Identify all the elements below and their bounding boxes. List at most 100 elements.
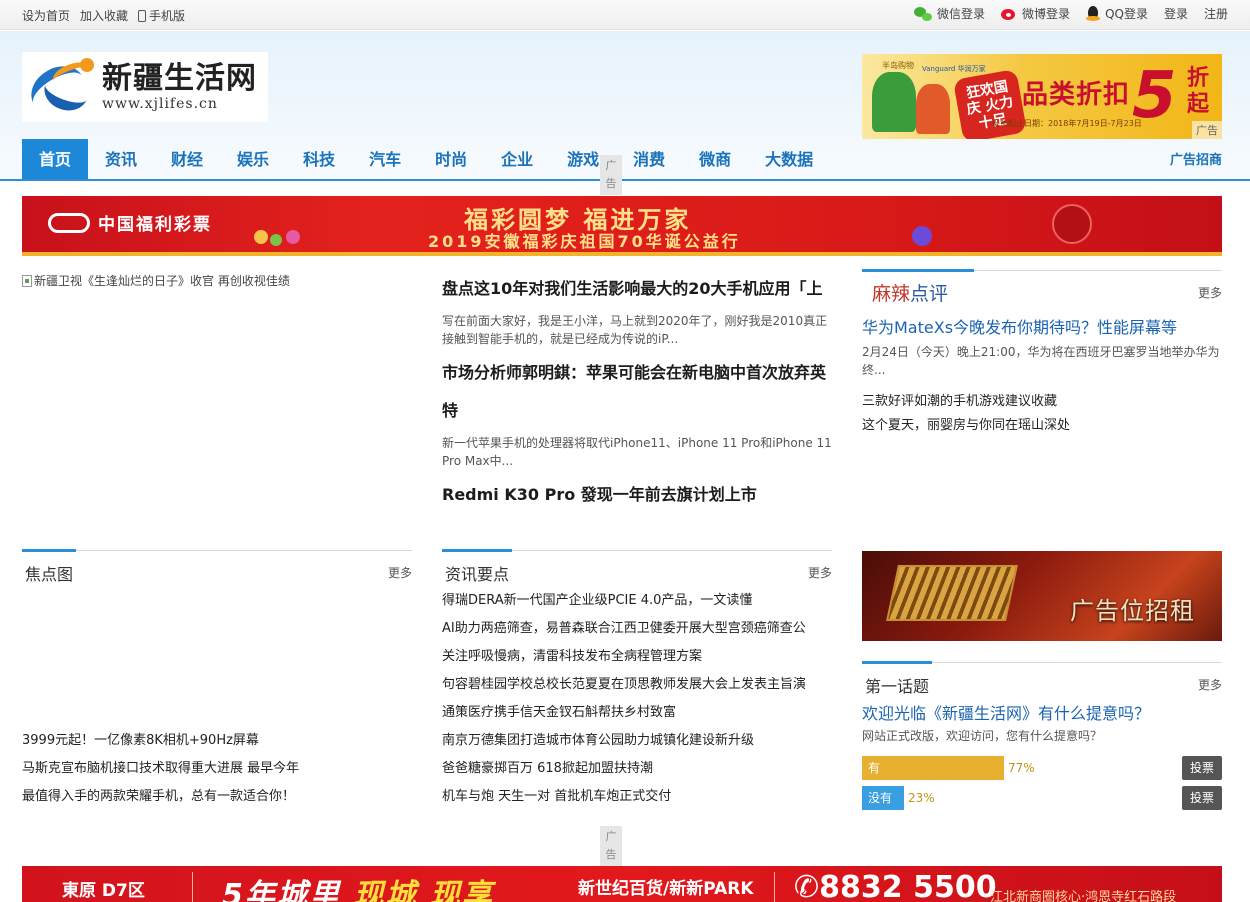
weibo-login-link[interactable]: 微博登录 [1001, 5, 1070, 22]
mobile-version-link[interactable]: 手机版 [138, 7, 185, 24]
ad-figure-icon [872, 72, 916, 132]
ad-date-text: 促销起止日期：2018年7月19日-7月23日 [992, 119, 1142, 128]
top-bar-right: 微信登录 微博登录 QQ登录 登录 注册 [914, 5, 1228, 22]
topic-more-link[interactable]: 更多 [1198, 676, 1222, 693]
list-item[interactable]: 机车与炮 天生一对 首批机车炮正式交付 [442, 783, 834, 811]
lottery-banner-ad[interactable]: 中国福利彩票 福彩圆梦 福进万家 2019安徽福彩庆祖国70华诞公益行 [22, 196, 1222, 256]
top-right-ad[interactable]: 半岛购物 Vanguard 华润万家 狂欢国庆 火力十足 品类折扣 5 折起 促… [862, 54, 1222, 139]
logo-title: 新疆生活网 [102, 61, 257, 96]
set-home-link[interactable]: 设为首页 [22, 7, 70, 24]
mala-desc: 2月24日（今天）晚上21:00，华为将在西班牙巴塞罗当地举办华为终... [862, 345, 1220, 377]
lottery-subline: 2019安徽福彩庆祖国70华诞公益行 [428, 232, 741, 251]
focus-image-alt: 新疆卫视《生逢灿烂的日子》收官 再创收视佳绩 [34, 274, 290, 288]
logo-url: www.xjlifes.cn [102, 96, 218, 112]
login-link[interactable]: 登录 [1164, 5, 1188, 22]
ad-brand-1: 半岛购物 [882, 61, 914, 70]
mobile-label: 手机版 [149, 9, 186, 23]
vote-button[interactable]: 投票 [1182, 786, 1222, 810]
mala-link[interactable]: 这个夏天，丽婴房与你同在瑶山深处 [862, 414, 1222, 438]
ad-figure-icon [916, 84, 950, 134]
news-section-header: 资讯要点 更多 [442, 549, 832, 592]
poll-option-no-bar: 没有 [862, 786, 904, 810]
nav-item-home[interactable]: 首页 [22, 139, 89, 180]
nav-divider [0, 179, 1250, 181]
topic-question-link[interactable]: 欢迎光临《新疆生活网》有什么提意吗？ [862, 700, 1222, 724]
nav-item-news[interactable]: 资讯 [88, 139, 154, 180]
bottom-ad-mall: 新世纪百货/新新PARK [578, 879, 754, 899]
list-item[interactable]: AI助力两癌筛查，易普森联合江西卫健委开展大型宫颈癌筛查公 [442, 615, 834, 643]
mala-review-header: 麻辣点评 更多 [862, 269, 1222, 312]
bottom-banner-ad[interactable]: 東原 D7区 5年城里 现城 现享 新世纪百货/新新PARK ✆8832 550… [22, 866, 1222, 902]
ad-rent-text: 广告位招租 [1070, 597, 1195, 625]
nav-item-wechat-business[interactable]: 微商 [682, 139, 748, 180]
phone-icon [138, 10, 147, 22]
article-title[interactable]: 市场分析师郭明錤：苹果可能会在新电脑中首次放弃英特 [442, 354, 834, 430]
bottom-ad-brand: 東原 D7区 [62, 881, 145, 901]
focus-list: 3999元起！一亿像素8K相机+90Hz屏幕 马斯克宣布脑机接口技术取得重大进展… [22, 727, 412, 811]
nav-item-business[interactable]: 企业 [484, 139, 550, 180]
list-item[interactable]: 最值得入手的两款荣耀手机，总有一款适合你！ [22, 783, 412, 811]
article-desc: 新一代苹果手机的处理器将取代iPhone11、iPhone 11 Pro和iPh… [442, 436, 832, 468]
nav-item-big-data[interactable]: 大数据 [748, 139, 830, 180]
bookmark-link[interactable]: 加入收藏 [80, 7, 128, 24]
vote-button[interactable]: 投票 [1182, 756, 1222, 780]
gift-icon [1052, 204, 1092, 244]
bottom-ad-slogan: 5年城里 现城 现享 [222, 878, 494, 902]
list-item[interactable]: 南京万德集团打造城市体育公园助力城镇化建设新升级 [442, 727, 834, 755]
lottery-logo-text: 中国福利彩票 [98, 215, 212, 235]
ad-vertical-label: 广告 [600, 155, 622, 195]
article-title[interactable]: 盘点这10年对我们生活影响最大的20大手机应用「上 [442, 270, 834, 308]
nav-item-tech[interactable]: 科技 [286, 139, 352, 180]
ad-brand-2: Vanguard 华润万家 [922, 65, 986, 73]
lottery-logo-icon [48, 212, 90, 233]
article-list: 盘点这10年对我们生活影响最大的20大手机应用「上 写在前面大家好，我是王小洋，… [442, 270, 834, 534]
topic-section-title: 第一话题 [865, 677, 930, 696]
banner-stripe [22, 252, 1222, 256]
topic-desc: 网站正式改版，欢迎访问，您有什么提意吗？ [862, 729, 1103, 743]
poll-option-no-percent: 23% [908, 791, 935, 805]
register-link[interactable]: 注册 [1204, 5, 1228, 22]
nav-item-entertainment[interactable]: 娱乐 [220, 139, 286, 180]
list-item[interactable]: 得瑞DERA新一代国产企业级PCIE 4.0产品，一文读懂 [442, 587, 834, 615]
mala-more-link[interactable]: 更多 [1198, 284, 1222, 301]
gold-bars-icon [886, 565, 1018, 621]
ball-icon [270, 234, 282, 246]
site-logo[interactable]: 新疆生活网 www.xjlifes.cn [22, 52, 268, 124]
nav-item-consumer[interactable]: 消费 [616, 139, 682, 180]
list-item[interactable]: 爸爸糖豪掷百万 618掀起加盟扶持潮 [442, 755, 834, 783]
topic-section-header: 第一话题 更多 [862, 661, 1222, 704]
phone-circle-icon: ✆ [794, 870, 820, 902]
main-nav: 首页 资讯 财经 娱乐 科技 汽车 时尚 企业 游戏 消费 微商 大数据 广告招… [22, 139, 1222, 180]
list-item[interactable]: 马斯克宣布脑机接口技术取得重大进展 最早今年 [22, 755, 412, 783]
list-item[interactable]: 关注呼吸慢病，清雷科技发布全病程管理方案 [442, 643, 834, 671]
wechat-login-link[interactable]: 微信登录 [914, 5, 985, 22]
bottom-ad-address: 江北新商圈核心·鸿恩寺红石路段 [990, 890, 1177, 902]
list-item[interactable]: 句容碧桂园学校总校长范夏夏在顶思教师发展大会上发表主旨演 [442, 671, 834, 699]
wechat-icon [914, 6, 933, 21]
focus-section-header: 焦点图 更多 [22, 549, 412, 592]
nav-item-finance[interactable]: 财经 [154, 139, 220, 180]
focus-more-link[interactable]: 更多 [388, 564, 412, 581]
wechat-login-label: 微信登录 [937, 7, 986, 21]
mala-link[interactable]: 三款好评如潮的手机游戏建议收藏 [862, 390, 1222, 414]
qq-login-label: QQ登录 [1105, 7, 1148, 21]
poll-option-yes-percent: 77% [1008, 761, 1035, 775]
ad-rent-banner[interactable]: 广告位招租 [862, 551, 1222, 641]
ad-unit-text: 折起 [1187, 66, 1210, 117]
broken-image-icon [22, 274, 32, 287]
top-bar: 设为首页 加入收藏 手机版 微信登录 微博登录 QQ登录 登录 注册 [0, 0, 1250, 30]
focus-image[interactable]: 新疆卫视《生逢灿烂的日子》收官 再创收视佳绩 [22, 272, 290, 289]
nav-item-fashion[interactable]: 时尚 [418, 139, 484, 180]
news-more-link[interactable]: 更多 [808, 564, 832, 581]
mala-headline-link[interactable]: 华为MateXs今晚发布你期待吗？性能屏幕等 [862, 314, 1222, 338]
nav-item-auto[interactable]: 汽车 [352, 139, 418, 180]
list-item[interactable]: 3999元起！一亿像素8K相机+90Hz屏幕 [22, 727, 412, 755]
ball-icon [912, 226, 932, 246]
poll-option-yes-bar: 有 [862, 756, 1004, 780]
qq-login-link[interactable]: QQ登录 [1086, 5, 1148, 22]
ad-recruit-link[interactable]: 广告招商 [1170, 139, 1222, 183]
list-item[interactable]: 通策医疗携手信天金钗石斛帮扶乡村致富 [442, 699, 834, 727]
news-list: 得瑞DERA新一代国产企业级PCIE 4.0产品，一文读懂 AI助力两癌筛查，易… [442, 587, 834, 811]
article-title[interactable]: Redmi K30 Pro 發现一年前去旗计划上市 [442, 476, 834, 514]
news-section-title: 资讯要点 [445, 565, 510, 584]
